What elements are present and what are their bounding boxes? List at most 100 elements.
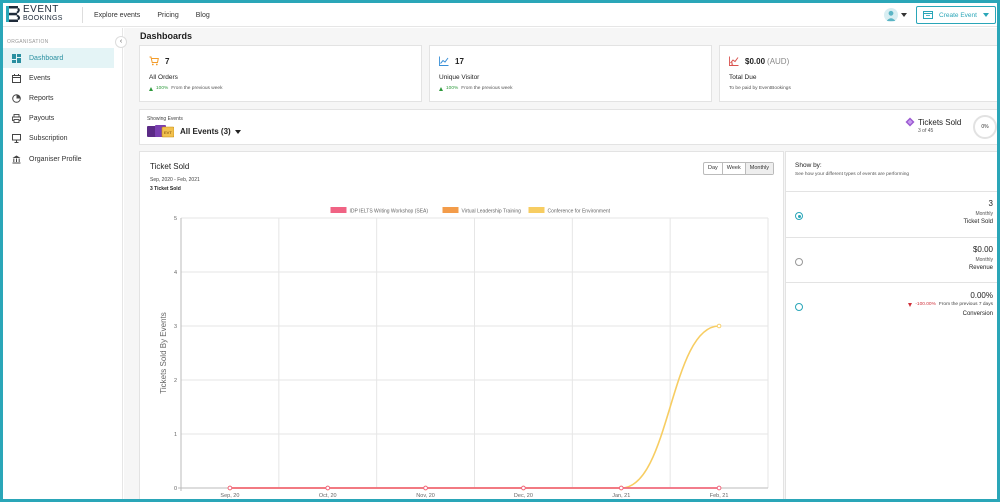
legend-label: Conference for Environment [548,209,611,215]
revenue-chart-icon: $ [729,56,739,66]
calendar-plus-icon [923,11,933,19]
sidebar-item-label: Organiser Profile [29,155,82,163]
y-axis-label: Tickets Sold By Events [159,312,168,394]
tickets-line-chart: 0 1 2 3 4 5 Sep, 20 Oct, 20 Nov, 20 Dec, 20 Jan, 2… [159,207,769,499]
stat-value: 17 [455,56,464,66]
sidebar-section-label: ORGANISATION [7,39,49,45]
data-point [423,485,428,491]
logo-text-line2: BOOKINGS [23,15,63,22]
show-by-radio-ticket-sold[interactable] [795,212,803,220]
show-by-radio-revenue[interactable] [795,258,803,266]
y-tick-label: 5 [174,216,177,222]
user-menu[interactable] [884,8,907,22]
sidebar-item-organiser-profile[interactable]: Organiser Profile [3,149,114,169]
arrow-down-icon [908,302,913,307]
line-chart-icon [439,56,449,66]
user-icon [886,10,896,21]
stat-label: All Orders [149,74,178,81]
show-by-name: Conversion [962,311,993,317]
arrow-up-icon [439,86,443,91]
x-tick-label: Jan, 21 [612,493,630,499]
sidebar-item-subscription[interactable]: Subscription [3,128,114,148]
stat-currency: (AUD) [767,56,790,66]
nav-blog[interactable]: Blog [196,12,210,19]
sidebar-item-events[interactable]: Events [3,68,114,88]
stat-value: 7 [165,56,170,66]
data-point [325,485,330,491]
sidebar-item-reports[interactable]: Reports [3,88,114,108]
data-point [716,323,722,329]
sidebar-collapse-button[interactable]: ‹ [115,36,127,48]
reports-icon [12,93,21,103]
ticket-sold-chart-card: Ticket Sold Sep, 2020 - Feb, 2021 3 Tick… [139,151,784,499]
x-tick-label: Dec, 20 [514,493,533,499]
stat-card-unique-visitor: 17 Unique Visitor 100% From the previous… [429,45,712,102]
event-selector-value: All Events (3) [180,127,231,136]
y-tick-label: 3 [174,324,177,330]
show-by-row-ticket-sold[interactable]: 3 Monthly Ticket Sold [786,191,997,237]
stat-change: 100% [446,86,459,91]
x-tick-label: Feb, 21 [710,493,729,499]
stat-change-text: To be paid by EventBookings [729,86,791,91]
sidebar: ORGANISATION ‹ Dashboard Events Reports [3,28,127,499]
show-by-row-revenue[interactable]: $0.00 Monthly Revenue [786,237,997,282]
stat-change-text: From the previous week [461,86,513,91]
create-event-label: Create Event [939,11,977,19]
dashboard-icon [12,53,21,63]
legend-swatch [330,207,347,213]
event-selector-dropdown[interactable]: All Events (3) [180,127,241,136]
printer-icon [12,113,21,123]
show-by-radio-conversion[interactable] [795,303,803,311]
y-tick-label: 0 [174,486,177,492]
sidebar-item-label: Reports [29,94,54,102]
chevron-down-icon [234,129,241,134]
cart-icon [149,56,159,66]
y-tick-label: 1 [174,432,177,438]
tickets-sold-count: 3 of 45 [918,128,934,134]
nav-pricing[interactable]: Pricing [157,12,178,19]
logo[interactable]: EVENT BOOKINGS [6,4,63,24]
stat-card-total-due: $ $0.00 (AUD) Total Due To be paid by Ev… [719,45,997,102]
showing-events-label: Showing Events [147,116,183,122]
nav-divider [82,7,83,23]
data-point [716,485,722,491]
svg-text:EVT: EVT [164,130,172,135]
stat-change-text: From the previous week [171,86,223,91]
show-by-name: Ticket Sold [963,219,993,225]
show-by-card: Show by: See how your different types of… [785,151,997,499]
create-event-button[interactable]: Create Event [916,6,996,24]
ticket-icon [905,117,915,127]
show-by-title: Show by: [795,162,822,169]
nav-explore-events[interactable]: Explore events [94,12,140,19]
sidebar-item-dashboard[interactable]: Dashboard [3,48,114,68]
app-window: EVENT BOOKINGS Explore events Pricing Bl… [0,0,1000,502]
top-nav: Explore events Pricing Blog [94,3,227,27]
sidebar-item-label: Payouts [29,114,55,122]
stat-card-all-orders: 7 All Orders 100% From the previous week [139,45,422,102]
y-tick-label: 4 [174,270,177,276]
show-by-name: Revenue [968,265,993,271]
legend-label: IDP IELTS Writing Workshop (SEA) [350,209,429,215]
stat-label: Total Due [729,74,757,81]
legend-swatch [442,207,459,213]
sidebar-item-payouts[interactable]: Payouts [3,108,114,128]
data-point [619,485,624,491]
main-content: Dashboards 7 All Orders 100% From the pr… [124,28,997,499]
page-title: Dashboards [140,31,193,41]
show-by-row-conversion[interactable]: 0.00% -100.00% From the previous 7 days … [786,282,997,328]
stat-label: Unique Visitor [439,74,480,81]
stat-change: 100% [156,86,169,91]
show-by-value: 0.00% [970,291,993,300]
logo-mark-icon [6,6,20,22]
tickets-sold-percent: 0% [973,115,997,139]
avatar[interactable] [884,8,898,22]
show-by-change: -100.00% From the previous 7 days [908,302,993,307]
show-by-change-value: -100.00% [915,302,936,307]
show-by-description: See how your different types of events a… [795,172,910,177]
stat-value: $0.00 [745,56,766,66]
show-by-value: 3 [988,199,993,208]
logo-text-line1: EVENT [23,4,59,15]
top-bar: EVENT BOOKINGS Explore events Pricing Bl… [3,3,997,27]
x-tick-label: Nov, 20 [416,493,435,499]
data-point [227,485,233,491]
